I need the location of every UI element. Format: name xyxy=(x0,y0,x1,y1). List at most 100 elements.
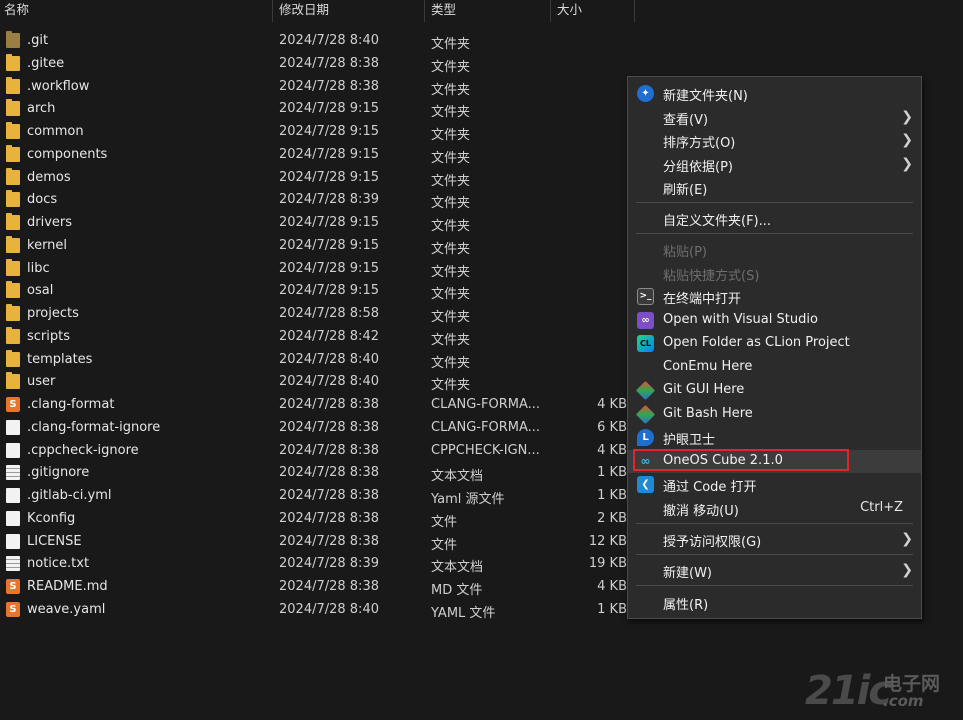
menu-open-clion[interactable]: CL Open Folder as CLion Project xyxy=(628,332,921,355)
text-file-icon xyxy=(6,465,20,481)
menu-sort-by[interactable]: 排序方式(O) ❯ xyxy=(628,129,921,152)
file-type: 文件夹 xyxy=(431,105,471,121)
column-divider[interactable] xyxy=(550,0,551,22)
column-date-header[interactable]: 修改日期 xyxy=(275,0,423,22)
file-row[interactable]: Sweave.yaml 2024/7/28 8:40 YAML 文件 1 KB xyxy=(0,599,640,622)
file-row[interactable]: S README.md 2024/7/28 8:38 MD 文件 4 KB xyxy=(0,576,640,599)
file-name: notice.txt xyxy=(27,556,90,572)
file-name: drivers xyxy=(27,215,73,230)
column-name-header[interactable]: 名称 xyxy=(0,0,272,22)
file-row[interactable]: components 2024/7/28 9:15 文件夹 xyxy=(0,144,640,167)
file-name: .clang-format-ignore xyxy=(27,419,161,435)
file-row[interactable]: .git 2024/7/28 8:40 文件夹 xyxy=(0,30,640,53)
file-size: 1 KB xyxy=(597,601,627,617)
file-row[interactable]: .gitee 2024/7/28 8:38 文件夹 xyxy=(0,53,640,76)
file-size: 12 KB xyxy=(588,533,627,549)
file-name: .workflow xyxy=(27,78,90,94)
menu-git-bash[interactable]: Git Bash Here xyxy=(628,403,921,426)
menu-separator xyxy=(636,523,913,524)
column-divider[interactable] xyxy=(272,0,273,22)
file-row[interactable]: .clang-format-ignore 2024/7/28 8:38 CLANG-… xyxy=(0,417,640,440)
menu-open-with-code[interactable]: ❮ 通过 Code 打开 xyxy=(628,473,921,496)
menu-open-in-terminal[interactable]: >_ 在终端中打开 xyxy=(628,285,921,308)
file-date: 2024/7/28 8:38 xyxy=(279,397,379,412)
menu-separator xyxy=(636,554,913,555)
menu-refresh[interactable]: 刷新(E) xyxy=(628,176,921,199)
file-type: 文本文档 xyxy=(431,560,484,576)
file-row[interactable]: S .clang-format 2024/7/28 8:38 CLANG-FORMA.… xyxy=(0,394,640,417)
menu-customize-folder[interactable]: 自定义文件夹(F)... xyxy=(628,207,921,230)
file-row[interactable]: user 2024/7/28 8:40 文件夹 xyxy=(0,371,640,394)
file-name: projects xyxy=(27,306,79,321)
file-row[interactable]: LICENSE 2024/7/28 8:38 文件 12 KB xyxy=(0,531,640,554)
chevron-right-icon: ❯ xyxy=(901,132,913,148)
menu-open-with-visual-studio[interactable]: ∞ Open with Visual Studio xyxy=(628,309,921,332)
chevron-right-icon: ❯ xyxy=(901,109,913,125)
folder-icon xyxy=(6,99,20,117)
file-name: user xyxy=(27,374,56,390)
vscode-icon: ❮ xyxy=(637,476,654,493)
yaml-file-icon xyxy=(6,488,20,503)
column-divider[interactable] xyxy=(634,0,635,22)
file-row[interactable]: templates 2024/7/28 8:40 文件夹 xyxy=(0,349,640,372)
file-row[interactable]: notice.txt 2024/7/28 8:39 文本文档 19 KB xyxy=(0,553,640,576)
file-row[interactable]: scripts 2024/7/28 8:42 文件夹 xyxy=(0,326,640,349)
file-date: 2024/7/28 9:15 xyxy=(279,169,379,185)
file-row[interactable]: common 2024/7/28 9:15 文件夹 xyxy=(0,121,640,144)
file-name: arch xyxy=(27,101,56,117)
file-row[interactable]: arch 2024/7/28 9:15 文件夹 xyxy=(0,98,640,121)
file-row[interactable]: projects 2024/7/28 8:58 文件夹 xyxy=(0,303,640,326)
file-row[interactable]: drivers 2024/7/28 9:15 文件夹 xyxy=(0,212,640,235)
folder-icon xyxy=(6,167,20,185)
file-row[interactable]: Kconfig 2024/7/28 8:38 文件 2 KB xyxy=(0,508,640,531)
file-date: 2024/7/28 8:40 xyxy=(279,351,379,367)
menu-undo-move[interactable]: 撤消 移动(U) Ctrl+Z xyxy=(628,497,921,520)
file-type: 文件 xyxy=(431,537,458,553)
column-divider[interactable] xyxy=(424,0,425,22)
folder-icon xyxy=(6,53,20,71)
file-row[interactable]: demos 2024/7/28 9:15 文件夹 xyxy=(0,167,640,190)
file-size: 19 KB xyxy=(588,556,627,572)
file-type: 文件夹 xyxy=(431,150,471,166)
file-icon xyxy=(6,442,20,458)
menu-new[interactable]: 新建(W) ❯ xyxy=(628,559,921,582)
file-row[interactable]: .cppcheck-ignore 2024/7/28 8:38 CPPCHECK-I… xyxy=(0,440,640,463)
file-name: .cppcheck-ignore xyxy=(27,442,139,458)
file-row[interactable]: .workflow 2024/7/28 8:38 文件夹 xyxy=(0,76,640,99)
menu-conemu[interactable]: ConEmu Here xyxy=(628,356,921,379)
file-name: docs xyxy=(27,192,58,208)
column-size-header[interactable]: 大小 xyxy=(553,0,633,22)
file-name: .clang-format xyxy=(27,397,115,412)
file-row[interactable]: .gitignore 2024/7/28 8:38 文本文档 1 KB xyxy=(0,462,640,485)
menu-properties[interactable]: 属性(R) xyxy=(628,591,921,614)
menu-eye-guard[interactable]: L 护眼卫士 xyxy=(628,426,921,449)
file-row[interactable]: osal 2024/7/28 9:15 文件夹 xyxy=(0,280,640,303)
file-row[interactable]: docs 2024/7/28 8:39 文件夹 xyxy=(0,189,640,212)
menu-paste-shortcut: 粘贴快捷方式(S) xyxy=(663,269,760,284)
file-name: demos xyxy=(27,169,71,185)
column-type-header[interactable]: 类型 xyxy=(427,0,549,22)
menu-grant-access[interactable]: 授予访问权限(G) ❯ xyxy=(628,528,921,551)
file-row[interactable]: libc 2024/7/28 9:15 文件夹 xyxy=(0,258,640,281)
file-type: 文件夹 xyxy=(431,173,471,189)
file-row[interactable]: kernel 2024/7/28 9:15 文件夹 xyxy=(0,235,640,258)
menu-git-gui[interactable]: Git GUI Here xyxy=(628,379,921,402)
menu-view[interactable]: 查看(V) ❯ xyxy=(628,106,921,129)
file-icon xyxy=(6,510,20,526)
file-name: common xyxy=(27,124,84,139)
file-name: .gitignore xyxy=(27,465,90,481)
file-type: 文件夹 xyxy=(431,128,471,143)
file-row[interactable]: .gitlab-ci.yml 2024/7/28 8:38 Yaml 源文件 1 KB xyxy=(0,485,640,508)
file-date: 2024/7/28 8:38 xyxy=(279,510,379,526)
file-date: 2024/7/28 8:38 xyxy=(279,465,379,481)
eye-guard-icon: L xyxy=(637,429,654,446)
menu-group-by[interactable]: 分组依据(P) ❯ xyxy=(628,153,921,176)
sublime-file-icon: S xyxy=(6,397,20,412)
file-name: kernel xyxy=(27,237,68,253)
file-date: 2024/7/28 8:40 xyxy=(279,601,379,617)
file-date: 2024/7/28 9:15 xyxy=(279,215,379,230)
file-type: 文件夹 xyxy=(431,264,471,280)
menu-new-folder[interactable]: ✦ 新建文件夹(N) xyxy=(628,82,921,105)
file-date: 2024/7/28 8:38 xyxy=(279,442,379,458)
file-name: weave.yaml xyxy=(27,601,106,617)
